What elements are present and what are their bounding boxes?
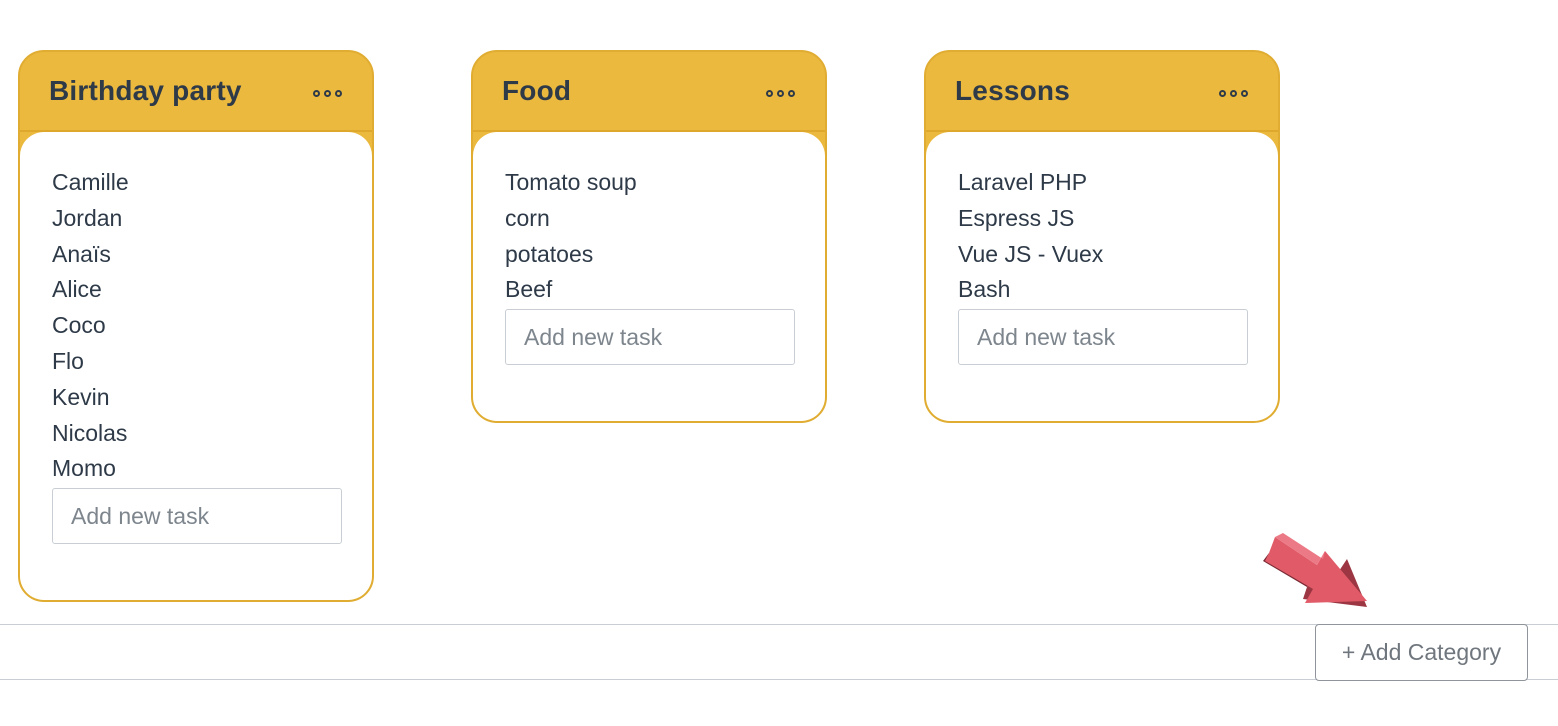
task-item[interactable]: Kevin: [52, 380, 340, 416]
dot: [777, 89, 784, 97]
task-item[interactable]: Coco: [52, 308, 340, 344]
dot: [1230, 89, 1237, 97]
task-item[interactable]: Beef: [505, 272, 793, 308]
category-body: Camille Jordan Anaïs Alice Coco Flo Kevi…: [20, 132, 372, 601]
category-header: Lessons: [926, 52, 1278, 132]
task-item[interactable]: Camille: [52, 165, 340, 201]
category-header: Food: [473, 52, 825, 132]
category-title: Birthday party: [49, 75, 242, 106]
task-item[interactable]: Espress JS: [958, 201, 1246, 237]
task-item[interactable]: Nicolas: [52, 416, 340, 452]
dot: [766, 89, 773, 97]
task-item[interactable]: Vue JS - Vuex: [958, 237, 1246, 273]
dot: [335, 89, 342, 97]
arrow-pointer-icon: [1263, 533, 1367, 607]
category-header: Birthday party: [20, 52, 372, 132]
category-title: Food: [502, 75, 572, 106]
task-item[interactable]: Momo: [52, 451, 340, 487]
dot: [324, 89, 331, 97]
add-task-input[interactable]: [958, 309, 1248, 366]
add-task-input[interactable]: [505, 309, 795, 366]
category-title: Lessons: [955, 75, 1070, 106]
task-item[interactable]: Flo: [52, 344, 340, 380]
dot: [313, 89, 320, 97]
category-body: Laravel PHP Espress JS Vue JS - Vuex Bas…: [926, 132, 1278, 422]
add-category-button[interactable]: + Add Category: [1315, 624, 1528, 681]
add-task-input[interactable]: [52, 488, 342, 545]
task-item[interactable]: Laravel PHP: [958, 165, 1246, 201]
more-dots-icon[interactable]: [1219, 89, 1248, 97]
task-item[interactable]: potatoes: [505, 237, 793, 273]
category-card-food: Food Tomato soup corn potatoes Beef: [471, 50, 827, 424]
task-item[interactable]: Tomato soup: [505, 165, 793, 201]
category-card-birthday-party: Birthday party Camille Jordan Anaïs Alic…: [18, 50, 374, 603]
task-list: Tomato soup corn potatoes Beef: [505, 165, 793, 308]
task-item[interactable]: Alice: [52, 272, 340, 308]
dot: [788, 89, 795, 97]
category-card-lessons: Lessons Laravel PHP Espress JS Vue JS - …: [924, 50, 1280, 424]
task-item[interactable]: Jordan: [52, 201, 340, 237]
category-body: Tomato soup corn potatoes Beef: [473, 132, 825, 422]
task-list: Camille Jordan Anaïs Alice Coco Flo Kevi…: [52, 165, 340, 487]
task-list: Laravel PHP Espress JS Vue JS - Vuex Bas…: [958, 165, 1246, 308]
task-item[interactable]: Anaïs: [52, 237, 340, 273]
dot: [1241, 89, 1248, 97]
more-dots-icon[interactable]: [766, 89, 795, 97]
task-item[interactable]: Bash: [958, 272, 1246, 308]
board: Birthday party Camille Jordan Anaïs Alic…: [0, 0, 1558, 726]
task-item[interactable]: corn: [505, 201, 793, 237]
more-dots-icon[interactable]: [313, 89, 342, 97]
dot: [1219, 89, 1226, 97]
